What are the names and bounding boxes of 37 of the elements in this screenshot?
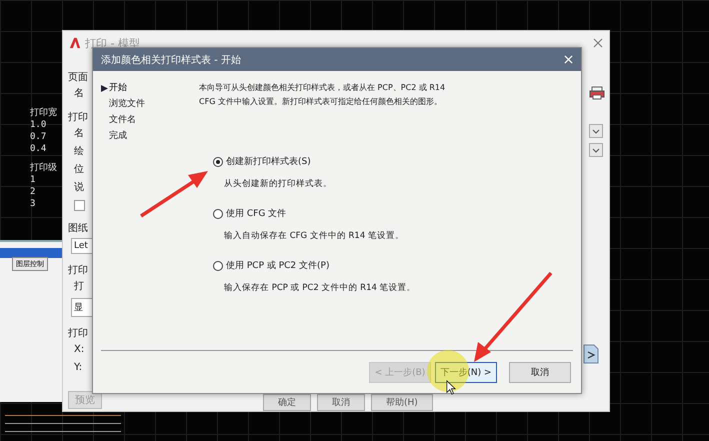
option-label[interactable]: 使用 PCP 或 PC2 文件(P) bbox=[226, 259, 330, 272]
canvas-text: 0.7 bbox=[30, 132, 48, 143]
canvas-text: 打印级 bbox=[30, 163, 57, 174]
section-label: 打印 bbox=[68, 264, 88, 278]
canvas-text: 1.0 bbox=[30, 120, 48, 131]
canvas-text: 0.4 bbox=[30, 144, 48, 155]
field-label: Y: bbox=[74, 361, 82, 375]
field-label: 名 bbox=[74, 87, 84, 101]
canvas-text: 3 bbox=[30, 199, 36, 210]
description-text: 本向导可从头创建颜色相关打印样式表，或者从在 PCP、PC2 或 R14 CFG 文件中输入设置。新打印样式表可指定给任何颜色相关的图形。 bbox=[199, 82, 446, 108]
wizard-step[interactable]: 浏览文件 bbox=[101, 97, 199, 111]
wizard-button[interactable]: 取消 bbox=[509, 362, 571, 383]
field-label: X: bbox=[74, 343, 84, 357]
option-label[interactable]: 使用 CFG 文件 bbox=[226, 207, 286, 220]
canvas-text: 1 bbox=[30, 175, 36, 186]
option-description: 输入自动保存在 CFG 文件中的 R14 笔设置。 bbox=[224, 230, 405, 242]
wizard-step[interactable]: 完成 bbox=[101, 129, 199, 143]
canvas-text: 打印宽 bbox=[30, 108, 57, 119]
field-label: 位 bbox=[74, 163, 84, 177]
dialog-button[interactable]: 确定 bbox=[263, 394, 311, 411]
option-description: 从头创建新的打印样式表。 bbox=[224, 178, 333, 190]
option-description: 输入保存在 PCP 或 PC2 文件中的 R14 笔设置。 bbox=[224, 282, 417, 294]
window-title: 添加颜色相关打印样式表 - 开始 bbox=[101, 54, 241, 66]
field-label: 打 bbox=[74, 280, 84, 294]
section-label: 图纸 bbox=[68, 222, 88, 236]
wizard-step[interactable]: 文件名 bbox=[101, 113, 199, 127]
dialog-button[interactable]: 帮助(H) bbox=[371, 394, 433, 411]
dialog-button[interactable]: 取消 bbox=[317, 394, 365, 411]
section-label: 打印 bbox=[68, 111, 88, 125]
section-label: 打印 bbox=[68, 327, 88, 341]
wizard-step[interactable]: 开始 bbox=[101, 81, 199, 95]
field-label: 绘 bbox=[74, 145, 84, 159]
option-label[interactable]: 创建新打印样式表(S) bbox=[226, 155, 311, 168]
canvas-text: 2 bbox=[30, 187, 36, 198]
field-label: 名 bbox=[74, 127, 84, 141]
field-label: 说 bbox=[74, 181, 84, 195]
section-label: 页面 bbox=[68, 71, 88, 85]
